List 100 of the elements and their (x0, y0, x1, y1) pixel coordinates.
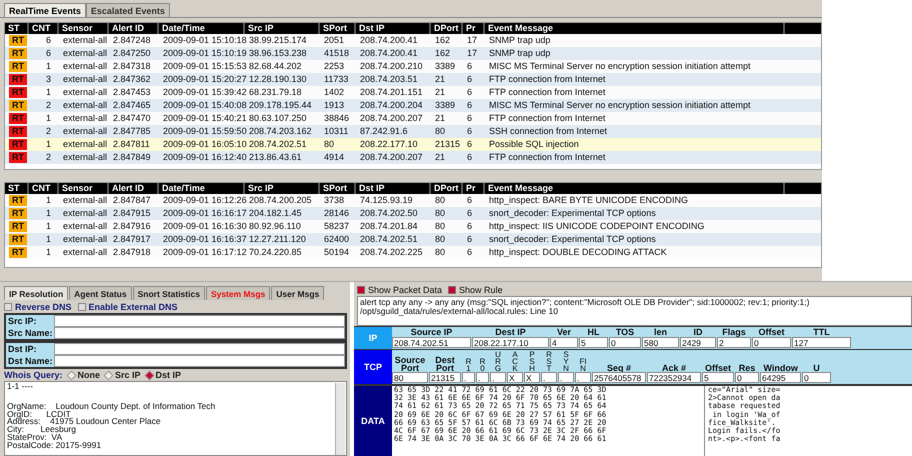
table-cell-text: 58237 (323, 220, 350, 233)
whois-radio[interactable]: Src IP (105, 370, 141, 380)
whois-text-area[interactable]: 1-1 ---- OrgName: Loudoun County Dept. of Information Tech OrgID: LCDIT Address: 41975 Loudoun Center Place City: Leesburg StateProv: VA PostalCode: 20175-9991 (4, 381, 347, 456)
header-field-value[interactable]: 80 (392, 372, 428, 383)
table-cell-text: external-all (62, 86, 108, 99)
whois-radio[interactable]: Dst IP (146, 370, 182, 380)
rule-text-area[interactable]: alert tcp any any -> any any (msg:"SQL injection?"; content:"Microsoft OLE DB Provider"; sid:1000002; rev:1; priority:1;) /opt/sguild_data/rules/external-all/local.rules: Line 10 (357, 296, 912, 326)
header-field-value[interactable]: 2576405578 (592, 372, 646, 383)
event-row[interactable]: RT 2 external-all 2.847465 2009-09-01 15:40:08 209.178.195.44 1913 208.74.200.204 3389 6 MISC MS Terminal Server no encryption session initiation attempt (5, 99, 821, 112)
table-cell-text: 1 (44, 86, 52, 99)
header-field-value[interactable]: 5 (579, 337, 608, 348)
table-cell-text: 80 (434, 194, 446, 207)
packet-checkbox[interactable]: Show Rule (448, 285, 503, 295)
event-row[interactable]: RT 6 external-all 2.847248 2009-09-01 15:10:18 38.99.215.174 2051 208.74.200.41 162 17 SNMP trap udp (5, 34, 821, 47)
scrollbar[interactable] (335, 383, 345, 455)
table-cell-text: 1 (44, 233, 52, 246)
header-field-value[interactable]: X (524, 372, 540, 383)
event-row[interactable]: RT 3 external-all 2.847362 2009-09-01 15:20:27 12.28.190.130 11733 208.74.203.51 21 6 FTP connection from Internet (5, 73, 821, 86)
header-field-value[interactable]: 208.74.202.51 (392, 337, 471, 348)
header-field-value[interactable]: 2 (717, 337, 751, 348)
input-field[interactable] (54, 327, 345, 339)
table-cell-text: 6 (466, 60, 474, 73)
table-cell-text: 2 (44, 125, 52, 138)
event-row[interactable]: RT 1 external-all 2.847453 2009-09-01 15:39:42 68.231.79.18 1402 208.74.201.151 21 6 FTP connection from Internet (5, 86, 821, 99)
event-row[interactable]: RT 1 external-all 2.847318 2009-09-01 15:15:53 82.68.44.202 2253 208.74.200.210 3389 6 MISC MS Terminal Server no encryption session initiation attempt (5, 60, 821, 73)
header-field-value[interactable]: . (558, 372, 574, 383)
header-field-value[interactable]: . (490, 372, 506, 383)
header-field-label: Ver (556, 328, 571, 337)
panel-tab[interactable]: Snort Statistics (132, 286, 205, 300)
header-field-value[interactable]: 580 (642, 337, 679, 348)
table-cell-text: 2 (44, 151, 52, 164)
flag-label: R0 (478, 358, 486, 372)
input-field[interactable] (54, 315, 345, 327)
status-badge: RT (9, 113, 27, 124)
table-cell-text: 6 (466, 138, 474, 151)
table-cell-text: 208.74.202.50 (359, 207, 419, 220)
whois-radio[interactable]: None (68, 370, 100, 380)
header-field-value[interactable]: . (476, 372, 489, 383)
packet-checkbox[interactable]: Show Packet Data (357, 285, 442, 295)
panel-tab[interactable]: IP Resolution (4, 286, 68, 300)
header-field-label: Dest Port (434, 356, 456, 372)
event-row[interactable]: RT 1 external-all 2.847918 2009-09-01 16:17:12 70.24.220.85 50194 208.74.202.225 80 6 http_inspect: DOUBLE DECODING ATTACK (5, 246, 821, 259)
dns-checkbox[interactable]: Reverse DNS (4, 302, 72, 312)
event-row[interactable]: RT 2 external-all 2.847785 2009-09-01 15:59:50 208.74.203.162 10311 87.242.91.6 80 6 SSH connection from Internet (5, 125, 821, 138)
event-row[interactable]: RT 1 external-all 2.847916 2009-09-01 16:16:30 80.92.96.110 58237 208.74.201.84 80 6 http_inspect: IIS UNICODE CODEPOINT ENCODING (5, 220, 821, 233)
table-cell-text: 1 (44, 194, 52, 207)
table-cell-text: 208.74.200.41 (359, 34, 419, 47)
table-cell-text: 2.847362 (112, 73, 152, 86)
event-row[interactable]: RT 1 external-all 2.847811 2009-09-01 16:05:10 208.74.202.51 80 208.22.177.10 21315 6 Possible SQL injection (5, 138, 821, 151)
table-cell-text: 2009-09-01 16:16:17 (162, 207, 245, 220)
events-tab[interactable]: RealTime Events (4, 3, 86, 17)
panel-tab[interactable]: User Msgs (271, 286, 324, 300)
table-cell-text: SSH connection from Internet (488, 125, 608, 138)
status-badge: RT (9, 139, 27, 150)
header-field-value[interactable]: 5 (702, 372, 734, 383)
header-field-value[interactable]: 127 (792, 337, 851, 348)
status-badge: RT (9, 100, 27, 111)
header-field-value[interactable]: 0 (752, 337, 791, 348)
header-field-value[interactable]: . (541, 372, 557, 383)
table-cell-text: 2.847465 (112, 99, 152, 112)
table-cell-text: 1 (44, 207, 52, 220)
table-cell-text: 10311 (323, 125, 350, 138)
table-cell-text: 21 (434, 86, 446, 99)
header-field-value[interactable]: 722352934 (647, 372, 701, 383)
header-field-value[interactable]: 2429 (680, 337, 716, 348)
event-row[interactable]: RT 1 external-all 2.847917 2009-09-01 16:16:37 12.27.211.120 62400 208.74.202.51 80 6 snort_decoder: Experimental TCP options (5, 233, 821, 246)
flag-label: URG (494, 351, 502, 372)
table-cell-text: 68.231.79.18 (248, 86, 303, 99)
whois-line: OrgName: Loudoun County Dept. of Information Tech (7, 402, 216, 411)
header-field-value[interactable]: 64295 (760, 372, 801, 383)
table-cell-text: 21 (434, 112, 446, 125)
header-field-value[interactable]: 21315 (429, 372, 461, 383)
dns-checkbox[interactable]: Enable External DNS (78, 302, 178, 312)
table-cell-text: snort_decoder: Experimental TCP options (488, 233, 657, 246)
header-field-value[interactable]: . (575, 372, 591, 383)
events-tab[interactable]: Escalated Events (86, 3, 170, 17)
panel-tab[interactable]: Agent Status (69, 286, 132, 300)
input-field[interactable] (54, 343, 345, 355)
event-row[interactable]: RT 1 external-all 2.847915 2009-09-01 16:16:17 204.182.1.45 28146 208.74.202.50 80 6 snort_decoder: Experimental TCP options (5, 207, 821, 220)
table-cell-text: 80 (434, 233, 446, 246)
flag-label: FIN (579, 358, 587, 372)
flag-label: ACK (511, 351, 519, 372)
header-field-value[interactable]: X (507, 372, 523, 383)
table-cell-text: 6 (44, 34, 52, 47)
table-cell-text: 208.74.201.151 (359, 86, 424, 99)
header-field-value[interactable]: 4 (550, 337, 578, 348)
header-field-value[interactable]: . (462, 372, 475, 383)
flag-label: R1 (464, 358, 472, 372)
header-field-value[interactable]: 208.22.177.10 (472, 337, 549, 348)
header-field-value[interactable]: 0 (609, 337, 641, 348)
whois-line: Address: 41975 Loudoun Center Place (7, 418, 162, 426)
event-row[interactable]: RT 6 external-all 2.847250 2009-09-01 15:10:19 38.96.153.238 41518 208.74.200.41 162 17 SNMP trap udp (5, 47, 821, 60)
header-field-value[interactable]: 0 (802, 372, 831, 383)
table-cell-text: 1 (44, 112, 52, 125)
header-field-value[interactable]: 0 (735, 372, 759, 383)
status-badge: RT (9, 126, 27, 137)
event-row[interactable]: RT 2 external-all 2.847849 2009-09-01 16:12:40 213.86.43.61 4914 208.74.200.207 21 6 FTP connection from Internet (5, 151, 821, 164)
input-field[interactable] (54, 355, 345, 367)
event-row[interactable]: RT 1 external-all 2.847847 2009-09-01 16:12:26 208.74.200.205 3738 74.125.93.19 80 6 http_inspect: BARE BYTE UNICODE ENCODING (5, 194, 821, 207)
event-row[interactable]: RT 1 external-all 2.847470 2009-09-01 15:40:21 80.63.107.250 38846 208.74.200.207 21 6 FTP connection from Internet (5, 112, 821, 125)
